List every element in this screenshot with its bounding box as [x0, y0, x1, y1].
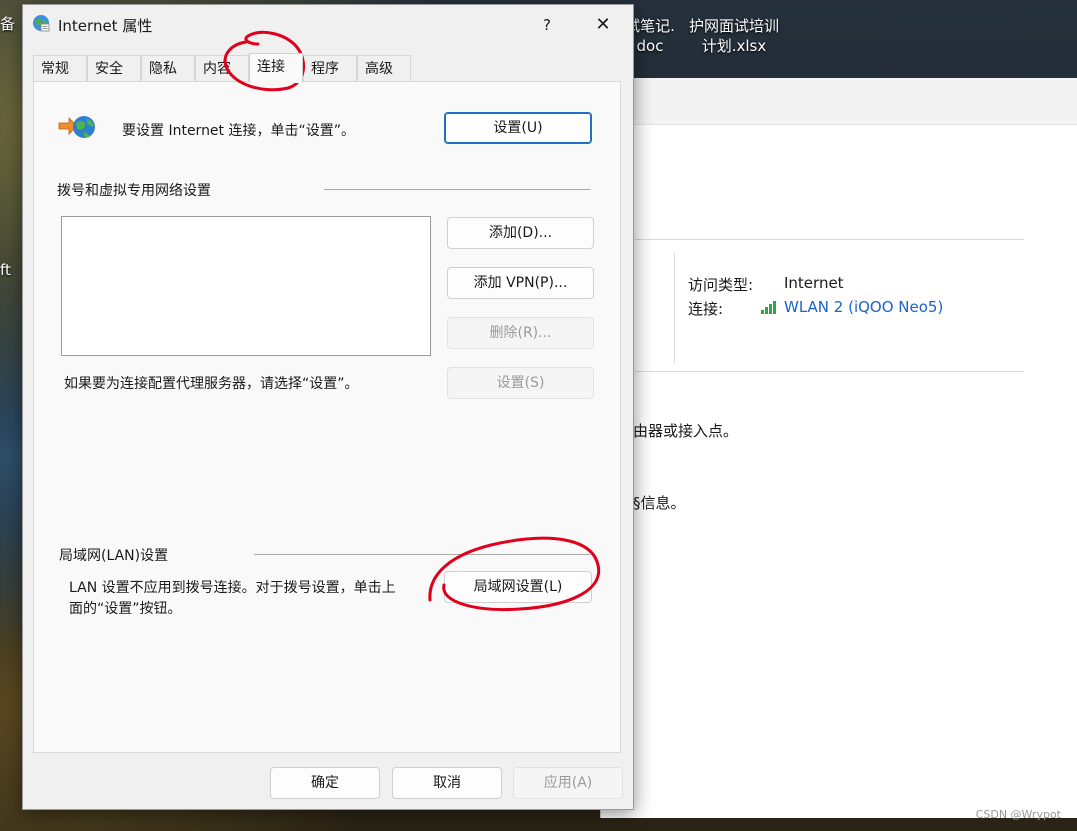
lan-description-line2: 面的“设置”按钮。	[69, 601, 182, 617]
connection-label: 连接:	[688, 300, 724, 318]
title-bar[interactable]: Internet 属性 ? ✕	[23, 5, 633, 45]
watermark: CSDN @Wrypot	[975, 808, 1061, 821]
tab-content[interactable]: 内容	[195, 55, 249, 81]
access-type-value: Internet	[784, 274, 844, 292]
tab-advanced[interactable]: 高级	[357, 55, 411, 81]
dialup-vpn-heading: 拨号和虚拟专用网络设置	[57, 183, 211, 199]
desktop-icon-xlsx-label-1: 护网面试培训	[688, 17, 779, 35]
add-connection-button[interactable]: 添加(D)...	[447, 217, 594, 249]
background-network-window: 访问类型: Internet 连接: WLAN 2 (iQOO Neo5) 由器…	[600, 78, 1077, 818]
network-setup-icon	[58, 116, 95, 138]
bg-text-fragment-2: §信息。	[633, 494, 686, 512]
internet-properties-dialog: Internet 属性 ? ✕ 常规 安全 隐私 内容 连接 程序 高级 要设置…	[22, 4, 634, 810]
wifi-signal-icon	[761, 300, 779, 314]
help-button[interactable]: ?	[535, 13, 559, 37]
bg-text-fragment-1: 由器或接入点。	[633, 422, 739, 440]
tab-security[interactable]: 安全	[87, 55, 141, 81]
lan-description-line1: LAN 设置不应用到拨号连接。对于拨号设置，单击上	[69, 580, 396, 596]
proxy-hint: 如果要为连接配置代理服务器，请选择“设置”。	[64, 376, 359, 392]
dialog-title: Internet 属性	[58, 17, 153, 35]
close-button[interactable]: ✕	[589, 11, 617, 39]
access-type-label: 访问类型:	[688, 276, 754, 294]
setup-instruction: 要设置 Internet 连接，单击“设置”。	[122, 123, 355, 139]
remove-button[interactable]: 删除(R)...	[447, 317, 594, 349]
lan-separator	[254, 554, 590, 555]
ok-button[interactable]: 确定	[270, 767, 380, 799]
dialup-separator	[324, 189, 590, 190]
desktop-left-fragment-1: 备	[0, 15, 16, 33]
lan-settings-button[interactable]: 局域网设置(L)	[444, 571, 592, 603]
tab-general[interactable]: 常规	[33, 55, 87, 81]
dialup-settings-button[interactable]: 设置(S)	[447, 367, 594, 399]
desktop-left-fragment-2: ft	[0, 261, 11, 279]
desktop-icon-xlsx-label-2: 计划.xlsx	[701, 37, 767, 55]
connection-link[interactable]: WLAN 2 (iQOO Neo5)	[784, 298, 943, 316]
desktop-icon-xlsx[interactable]: 护网面试培训 计划.xlsx	[684, 16, 784, 56]
connections-panel: 要设置 Internet 连接，单击“设置”。 设置(U) 拨号和虚拟专用网络设…	[33, 81, 621, 753]
background-window-header	[601, 78, 1077, 125]
dialup-connections-list[interactable]	[61, 216, 431, 356]
setup-button[interactable]: 设置(U)	[444, 112, 592, 144]
apply-button[interactable]: 应用(A)	[513, 767, 623, 799]
tab-programs[interactable]: 程序	[303, 55, 357, 81]
internet-globe-icon	[33, 15, 50, 32]
cancel-button[interactable]: 取消	[392, 767, 502, 799]
tab-connections[interactable]: 连接	[249, 53, 303, 83]
add-vpn-button[interactable]: 添加 VPN(P)...	[447, 267, 594, 299]
lan-heading: 局域网(LAN)设置	[59, 548, 169, 564]
tab-privacy[interactable]: 隐私	[141, 55, 195, 81]
